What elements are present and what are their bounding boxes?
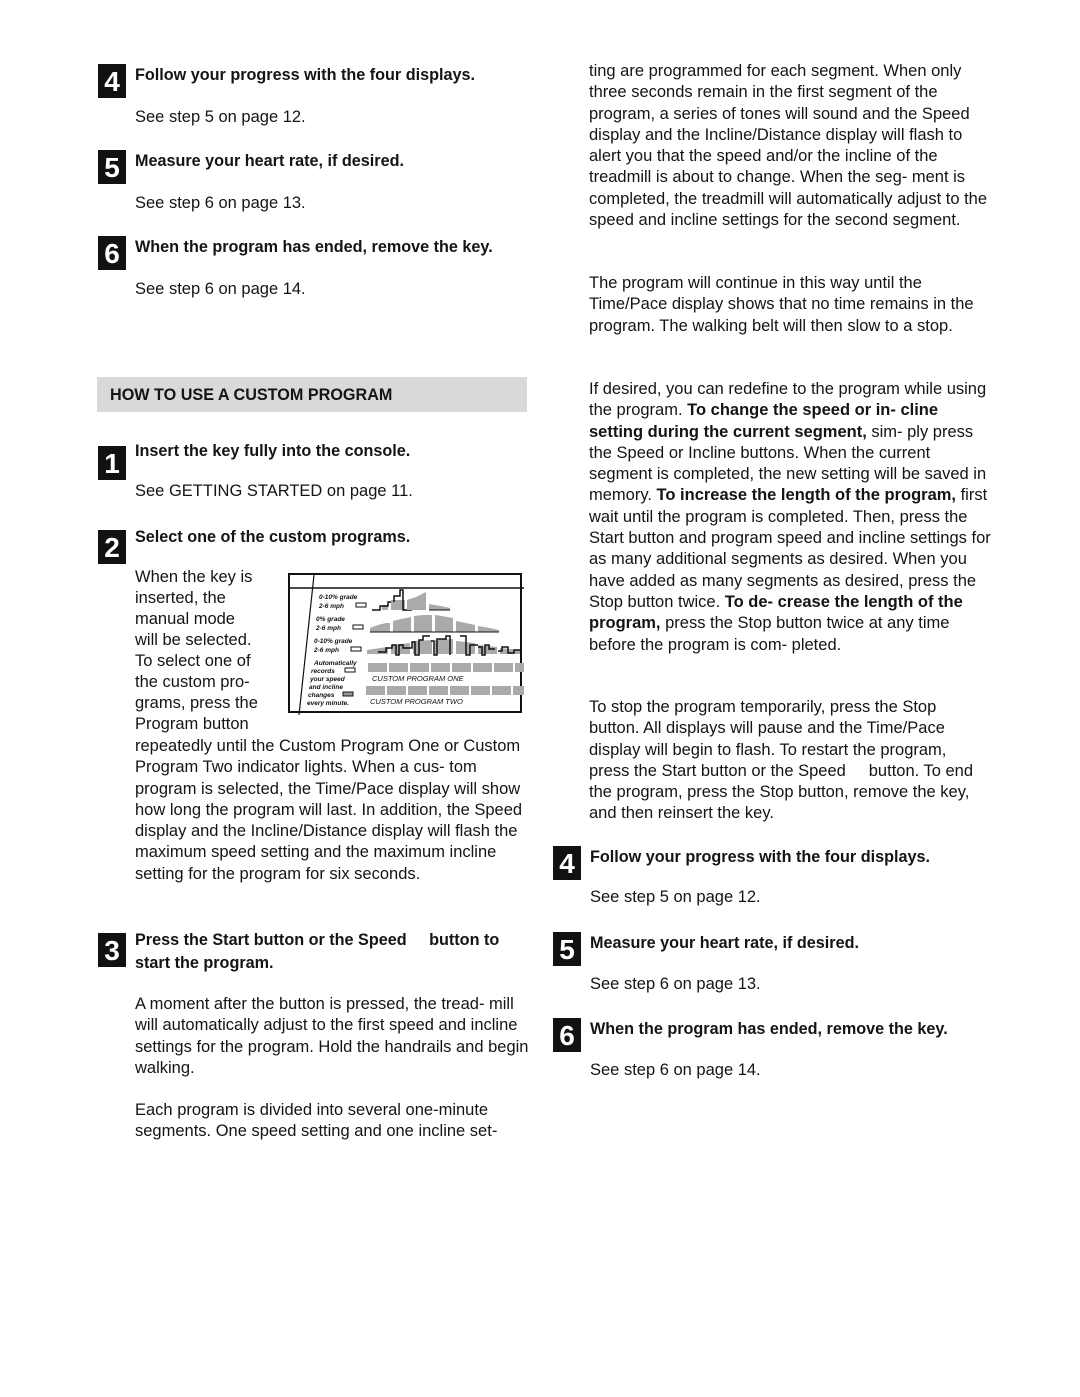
step-title: When the program has ended, remove the k… <box>135 238 493 256</box>
text-line: grams, press the <box>135 694 258 712</box>
text-line: will be selected. <box>135 631 252 649</box>
text-line: Program button <box>135 715 249 733</box>
segment-bar <box>494 663 513 672</box>
row-3-profile <box>367 635 520 656</box>
right-paragraph-3: If desired, you can redefine to the prog… <box>589 379 994 656</box>
step-reference: See step 6 on page 13. <box>135 194 306 212</box>
console-display-svg: 0-10% grade 2-6 mph 0% grade 2-6 mph 0-1… <box>290 575 524 715</box>
profile-segment <box>414 615 432 632</box>
segment-bar <box>368 663 387 672</box>
row-2-speed-label: 2-6 mph <box>315 625 341 632</box>
step-number-badge: 6 <box>553 1018 581 1052</box>
profile-segment <box>413 640 432 654</box>
row-3-speed-label: 2-6 mph <box>313 647 339 654</box>
row-3-grade-label: 0-10% grade <box>314 638 353 645</box>
segment-bar <box>515 663 524 672</box>
step-title: Select one of the custom programs. <box>135 528 411 546</box>
text-line: manual mode <box>135 610 235 628</box>
step-number-badge: 2 <box>98 530 126 564</box>
segment-bar <box>431 663 450 672</box>
step-title: Measure your heart rate, if desired. <box>590 934 859 952</box>
segment-bar <box>429 686 448 695</box>
row-2-grade-label: 0% grade <box>316 616 345 623</box>
row-1-speed-label: 2-6 mph <box>318 603 344 610</box>
step-title: Insert the key fully into the console. <box>135 442 411 460</box>
row-1-grade-label: 0-10% grade <box>319 594 358 601</box>
console-display-figure: 0-10% grade 2-6 mph 0% grade 2-6 mph 0-1… <box>288 573 524 715</box>
row-3-indicator-light <box>350 646 362 652</box>
step-title: Measure your heart rate, if desired. <box>135 152 404 170</box>
section-heading-bar: HOW TO USE A CUSTOM PROGRAM <box>97 377 527 412</box>
step-reference: See step 6 on page 14. <box>590 1061 761 1079</box>
step-title: When the program has ended, remove the k… <box>590 1020 948 1038</box>
auto-text-line: your speed <box>309 676 346 683</box>
profile-segment <box>435 615 453 632</box>
auto-text-line: changes <box>308 692 335 699</box>
segment-bar <box>408 686 427 695</box>
step-title-line-2: start the program. <box>135 954 274 972</box>
custom-program-one-label: CUSTOM PROGRAM ONE <box>372 674 465 683</box>
step-number-badge: 5 <box>98 150 126 184</box>
step-title: Follow your progress with the four displ… <box>135 66 475 84</box>
row-1-profile <box>372 589 450 611</box>
step-number-badge: 4 <box>553 846 581 880</box>
segment-bar <box>410 663 429 672</box>
step-number-badge: 6 <box>98 236 126 270</box>
segment-bar <box>492 686 511 695</box>
section-heading: HOW TO USE A CUSTOM PROGRAM <box>110 386 393 404</box>
segment-bar <box>450 686 469 695</box>
auto-text-line: every minute. <box>307 700 349 707</box>
custom-program-two-bars <box>366 686 524 695</box>
step-number-badge: 3 <box>98 933 126 967</box>
profile-segment <box>456 621 475 632</box>
right-paragraph-2: The program will continue in this way un… <box>589 274 974 335</box>
step-title: Follow your progress with the four displ… <box>590 848 930 866</box>
step-3-paragraph-1: A moment after the button is pressed, th… <box>135 995 529 1077</box>
text-line: the custom pro- <box>135 673 250 691</box>
auto-text-line: and incline <box>309 684 343 691</box>
segment-bar <box>471 686 490 695</box>
step-number-badge: 1 <box>98 446 126 480</box>
profile-segment <box>393 617 411 632</box>
step-reference: See step 5 on page 12. <box>135 108 306 126</box>
row-2-indicator-light <box>352 624 364 630</box>
custom-one-indicator-light <box>344 667 356 673</box>
step-title-line-1: Press the Start button or the Speed butt… <box>135 931 500 949</box>
step-reference: See step 6 on page 13. <box>590 975 761 993</box>
custom-two-indicator-light <box>342 691 354 697</box>
bold-run: To increase the length of the program, <box>656 486 957 505</box>
step-3-paragraph-2: Each program is divided into several one… <box>135 1101 498 1141</box>
step-2-body: repeatedly until the Custom Program One … <box>135 737 523 883</box>
segment-bar <box>389 663 408 672</box>
profile-segment <box>367 647 388 654</box>
auto-text-line: Automatically <box>313 660 357 667</box>
segment-bar <box>513 686 524 695</box>
segment-bar <box>452 663 471 672</box>
text-line: When the key is <box>135 568 253 586</box>
custom-program-one-bars <box>368 663 524 672</box>
custom-program-two-label: CUSTOM PROGRAM TWO <box>370 697 463 706</box>
profile-segment <box>370 623 390 632</box>
text-line: To select one of <box>135 652 251 670</box>
step-number-badge: 5 <box>553 932 581 966</box>
text-line: inserted, the <box>135 589 226 607</box>
step-number-badge: 4 <box>98 64 126 98</box>
profile-segment <box>478 626 499 632</box>
row-1-indicator-light <box>355 602 367 608</box>
right-paragraph-4: To stop the program temporarily, press t… <box>589 698 978 823</box>
row-2-profile <box>370 615 499 633</box>
step-reference: See step 6 on page 14. <box>135 280 306 298</box>
segment-bar <box>387 686 406 695</box>
right-paragraph-1: ting are programmed for each segment. Wh… <box>589 62 988 230</box>
step-reference: See step 5 on page 12. <box>590 888 761 906</box>
segment-bar <box>473 663 492 672</box>
auto-text-line: records <box>311 668 335 675</box>
profile-segment <box>407 592 426 610</box>
step-reference: See GETTING STARTED on page 11. <box>135 482 413 500</box>
profile-segment <box>429 604 450 610</box>
segment-bar <box>366 686 385 695</box>
